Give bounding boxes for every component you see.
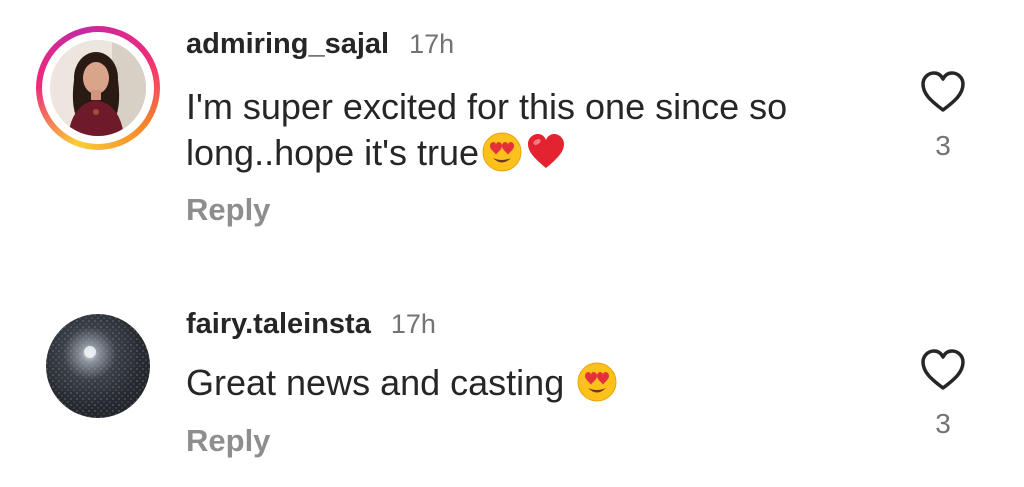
- avatar-wrapper[interactable]: [46, 314, 150, 418]
- heart-eyes-emoji: [482, 132, 522, 172]
- avatar-ring-gap: [42, 32, 154, 144]
- like-count: 3: [935, 130, 951, 161]
- like-column: 3: [916, 348, 970, 440]
- like-column: 3: [916, 70, 970, 162]
- timestamp: 17h: [390, 309, 436, 339]
- heart-eyes-emoji: [577, 362, 617, 402]
- avatar-photo: [46, 314, 150, 418]
- avatar[interactable]: [46, 314, 150, 418]
- heart-outline-icon[interactable]: [919, 70, 967, 114]
- comment-item: fairy.taleinsta 17h Great news and casti…: [0, 290, 1024, 487]
- username[interactable]: admiring_sajal: [186, 28, 389, 61]
- reply-button[interactable]: Reply: [186, 423, 270, 459]
- avatar-story-ring[interactable]: [36, 26, 160, 150]
- comment-header: fairy.taleinsta 17h: [186, 308, 436, 341]
- comment-item: admiring_sajal 17h I'm super excited for…: [0, 0, 1024, 250]
- like-count: 3: [935, 408, 951, 439]
- timestamp: 17h: [409, 29, 455, 59]
- comment-body: Great news and casting: [186, 362, 575, 403]
- comment-text: I'm super excited for this one since so …: [186, 84, 846, 176]
- reply-button[interactable]: Reply: [186, 192, 270, 228]
- comment-header: admiring_sajal 17h: [186, 28, 454, 61]
- red-heart-emoji: [528, 134, 565, 168]
- username[interactable]: fairy.taleinsta: [186, 308, 371, 341]
- avatar[interactable]: [50, 40, 146, 136]
- comment-text: Great news and casting: [186, 360, 846, 406]
- heart-outline-icon[interactable]: [919, 348, 967, 392]
- avatar-photo: [50, 40, 146, 136]
